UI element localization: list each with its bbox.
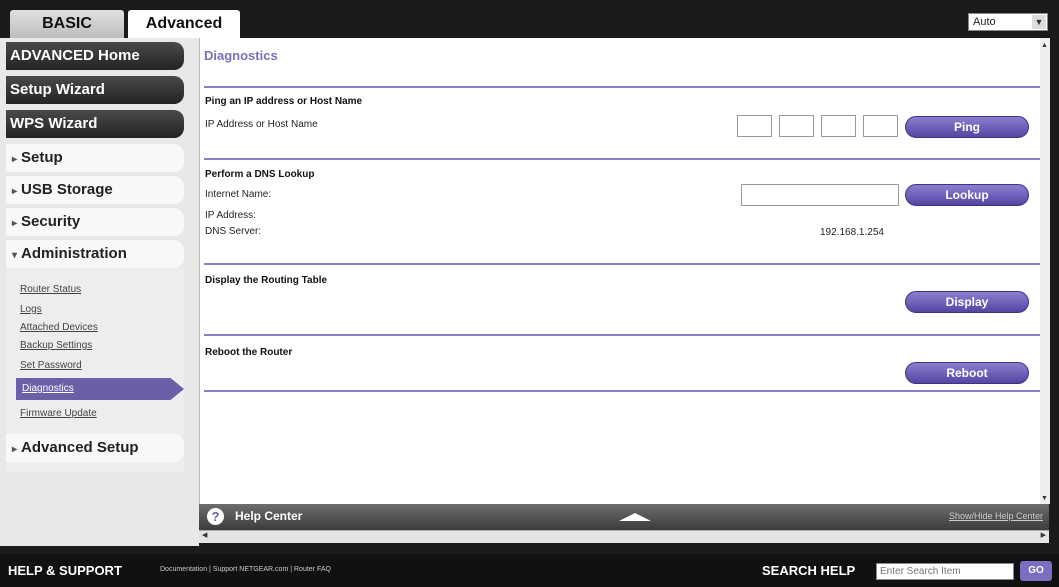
- sidebar-item-administration[interactable]: ▾ Administration: [6, 240, 184, 268]
- footer: HELP & SUPPORT Documentation | Support N…: [0, 554, 1059, 587]
- caret-right-icon: ▸: [12, 444, 18, 455]
- divider: [204, 86, 1046, 88]
- sidebar: ADVANCED Home Setup Wizard WPS Wizard ▸ S…: [0, 38, 199, 546]
- sidebar-item-security[interactable]: ▸ Security: [6, 208, 184, 236]
- scroll-up-icon[interactable]: ▲: [1041, 42, 1048, 49]
- documentation-link[interactable]: Documentation: [160, 566, 207, 573]
- sidebar-item-setup-wizard[interactable]: Setup Wizard: [6, 76, 184, 104]
- show-hide-help-link[interactable]: Show/Hide Help Center: [949, 511, 1043, 521]
- sidebar-item-wps-wizard[interactable]: WPS Wizard: [6, 110, 184, 138]
- sidebar-item-setup[interactable]: ▸ Setup: [6, 144, 184, 172]
- caret-down-icon: ▾: [12, 250, 18, 261]
- ping-button[interactable]: Ping: [905, 116, 1029, 138]
- page-title: Diagnostics: [204, 48, 278, 63]
- caret-right-icon: ▸: [12, 186, 18, 197]
- lookup-button[interactable]: Lookup: [905, 184, 1029, 206]
- horizontal-scrollbar[interactable]: ◀ ▶: [199, 530, 1049, 543]
- dns-heading: Perform a DNS Lookup: [205, 169, 315, 180]
- vertical-scrollbar[interactable]: ▲ ▼: [1040, 38, 1050, 504]
- tab-basic[interactable]: BASIC: [10, 10, 124, 38]
- caret-right-icon: ▸: [12, 218, 18, 229]
- go-button[interactable]: GO: [1020, 561, 1052, 581]
- display-button[interactable]: Display: [905, 291, 1029, 313]
- ping-heading: Ping an IP address or Host Name: [205, 96, 363, 107]
- divider: [204, 158, 1046, 160]
- sidebar-link-set-password[interactable]: Set Password: [20, 360, 82, 371]
- reboot-heading: Reboot the Router: [205, 347, 293, 358]
- divider: [204, 263, 1046, 265]
- scroll-down-icon[interactable]: ▼: [1041, 495, 1048, 502]
- divider: [204, 390, 1046, 392]
- sidebar-item-usb-storage[interactable]: ▸ USB Storage: [6, 176, 184, 204]
- language-select-value: Auto: [973, 16, 996, 28]
- language-select[interactable]: Auto ▼: [968, 13, 1048, 31]
- tab-advanced[interactable]: Advanced: [128, 10, 240, 38]
- sidebar-item-label: Administration: [21, 245, 127, 262]
- dns-server-label: DNS Server:: [205, 226, 262, 237]
- sidebar-item-label: Setup: [21, 149, 63, 166]
- main-content: Diagnostics Ping an IP address or Host N…: [199, 38, 1050, 504]
- ip-octet-4-input[interactable]: [863, 115, 898, 137]
- help-icon: ?: [207, 508, 224, 525]
- caret-right-icon: ▸: [12, 154, 18, 165]
- sidebar-link-firmware-update[interactable]: Firmware Update: [20, 408, 97, 419]
- expand-arrow-icon[interactable]: [619, 513, 651, 521]
- help-center-bar[interactable]: ? Help Center Show/Hide Help Center: [199, 504, 1049, 530]
- scroll-right-icon[interactable]: ▶: [1041, 531, 1046, 539]
- ip-octet-1-input[interactable]: [737, 115, 772, 137]
- sidebar-item-advanced-setup[interactable]: ▸ Advanced Setup: [6, 434, 184, 462]
- sidebar-link-diagnostics[interactable]: Diagnostics: [16, 378, 184, 400]
- dns-server-value: 192.168.1.254: [820, 227, 884, 238]
- sidebar-link-logs[interactable]: Logs: [20, 304, 42, 315]
- internet-name-input[interactable]: [741, 184, 899, 206]
- search-help-label: SEARCH HELP: [762, 563, 856, 578]
- sidebar-link-router-status[interactable]: Router Status: [20, 284, 81, 295]
- ip-octet-2-input[interactable]: [779, 115, 814, 137]
- internet-name-label: Internet Name:: [205, 189, 272, 200]
- sidebar-link-attached-devices[interactable]: Attached Devices: [20, 322, 98, 333]
- sidebar-item-label: Advanced Setup: [21, 439, 139, 456]
- divider: [204, 334, 1046, 336]
- help-center-title: Help Center: [235, 509, 303, 523]
- chevron-down-icon: ▼: [1032, 15, 1046, 29]
- ping-label: IP Address or Host Name: [205, 119, 318, 130]
- scroll-left-icon[interactable]: ◀: [202, 531, 207, 539]
- support-link[interactable]: Support NETGEAR.com: [213, 566, 288, 573]
- reboot-button[interactable]: Reboot: [905, 362, 1029, 384]
- search-input[interactable]: [876, 563, 1014, 580]
- sidebar-link-backup-settings[interactable]: Backup Settings: [20, 340, 92, 351]
- sidebar-item-label: USB Storage: [21, 181, 113, 198]
- top-bar: BASIC Advanced Auto ▼: [0, 0, 1059, 38]
- routing-heading: Display the Routing Table: [205, 275, 328, 286]
- sidebar-item-advanced-home[interactable]: ADVANCED Home: [6, 42, 184, 70]
- footer-title: HELP & SUPPORT: [8, 563, 122, 578]
- footer-links: Documentation | Support NETGEAR.com | Ro…: [160, 566, 331, 573]
- router-faq-link[interactable]: Router FAQ: [294, 566, 331, 573]
- ip-octet-3-input[interactable]: [821, 115, 856, 137]
- sidebar-item-label: Security: [21, 213, 81, 230]
- ip-address-label: IP Address:: [205, 210, 256, 221]
